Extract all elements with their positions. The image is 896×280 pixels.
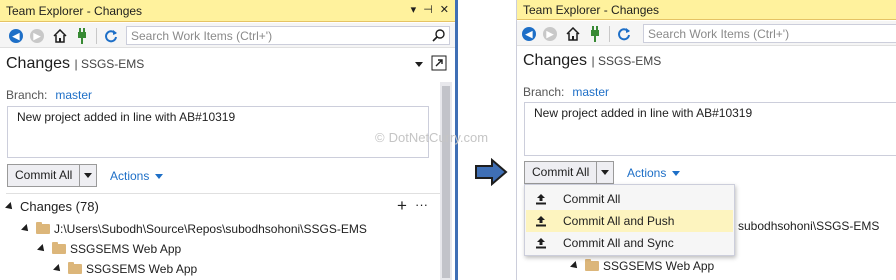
page-title: Changes | SSGS-EMS [6,55,145,72]
branch-label: Branch: [6,88,48,102]
folder-icon [68,262,82,274]
search-box[interactable] [126,26,450,45]
add-icon[interactable]: + [397,196,407,216]
toolbar: ◀ ▶ [517,21,896,46]
expand-icon[interactable] [21,224,31,234]
page-title: Changes | SSGS-EMS [523,52,662,69]
menu-item-commit-all[interactable]: Commit All [526,188,733,210]
forward-icon[interactable]: ▶ [542,26,558,42]
upload-icon [526,193,556,205]
search-input[interactable] [127,27,449,44]
tree-item[interactable]: SSGSEMS Web App [570,259,715,273]
search-icon[interactable] [431,28,446,43]
search-input[interactable] [644,25,896,42]
commit-message-input[interactable]: New project added in line with AB#10319 [524,102,896,156]
close-icon[interactable]: ✕ [440,3,449,16]
toolbar-separator [96,28,97,44]
branch-link[interactable]: master [55,88,92,102]
commit-button-group: Commit All [7,164,98,187]
page-title-text: Changes [523,52,588,69]
folder-icon [36,222,50,234]
page-title-text: Changes [6,55,71,72]
chevron-down-icon [155,173,164,179]
dropdown-icon[interactable]: ▾ [411,3,417,16]
tree-item-label: SSGSEMS Web App [70,242,182,256]
pin-icon[interactable]: ⊣ [423,3,433,16]
more-icon[interactable]: ··· [415,197,428,212]
window-title: Team Explorer - Changes [523,3,660,17]
tree-item-label: SSGSEMS Web App [86,262,198,276]
watermark-text: DotNetCurry.com [388,130,489,145]
window-title: Team Explorer - Changes [6,4,143,18]
scrollbar[interactable] [440,82,452,280]
arrow-right-icon [475,158,508,186]
menu-item-commit-all-and-push[interactable]: Commit All and Push [526,210,733,232]
forward-icon[interactable]: ▶ [29,28,45,44]
actions-menu[interactable]: Actions [627,166,681,180]
header-icons [415,55,447,74]
branch-link[interactable]: master [572,85,609,99]
scrollbar-thumb[interactable] [442,86,450,278]
menu-item-label: Commit All and Sync [563,236,674,250]
folder-icon [52,242,66,254]
commit-message-input[interactable]: New project added in line with AB#10319 [7,106,429,158]
tree-item[interactable]: J:\Users\Subodh\Source\Repos\subodhsohon… [21,222,367,236]
back-icon[interactable]: ◀ [8,28,24,44]
open-external-icon[interactable] [431,55,447,74]
commit-button-group: Commit All [524,161,615,184]
actions-label: Actions [110,169,150,183]
repo-name: SSGS-EMS [597,54,662,68]
branch-row: Branch: master [523,85,609,99]
watermark: © DotNetCurry.com [375,130,488,145]
home-icon[interactable] [565,26,581,42]
plug-icon[interactable] [74,28,90,44]
expand-icon[interactable] [5,201,15,212]
tree-item[interactable]: subodhsohoni\SSGS-EMS [738,219,879,233]
changes-count: Changes (78) [20,199,99,214]
changes-section-header[interactable]: Changes (78) [5,199,99,214]
back-icon[interactable]: ◀ [521,26,537,42]
expand-icon[interactable] [570,261,580,271]
repo-name: SSGS-EMS [80,57,145,71]
tree-item[interactable]: SSGSEMS Web App [37,242,182,256]
tree-item[interactable]: SSGSEMS Web App [53,262,198,276]
actions-label: Actions [627,166,667,180]
title-bar: Team Explorer - Changes ▾ ⊣ ✕ [0,0,455,22]
folder-icon [585,259,599,271]
tree-item-label: subodhsohoni\SSGS-EMS [738,219,880,233]
menu-item-commit-all-and-sync[interactable]: Commit All and Sync [526,232,733,254]
title-buttons: ▾ ⊣ ✕ [411,3,449,16]
expand-icon[interactable] [37,244,47,254]
commit-all-button[interactable]: Commit All [8,165,81,186]
toolbar-separator [609,26,610,42]
chevron-down-icon [672,170,681,176]
copyright-icon: © [375,130,385,145]
page-dropdown-icon[interactable] [415,62,423,67]
branch-row: Branch: master [6,88,92,102]
menu-item-label: Commit All [563,192,621,206]
tree-item-label: J:\Users\Subodh\Source\Repos\subodhsohon… [54,222,367,236]
commit-dropdown-button[interactable] [597,162,613,183]
title-bar: Team Explorer - Changes [517,0,896,20]
menu-item-label: Commit All and Push [563,214,675,228]
commit-dropdown-button[interactable] [80,165,96,186]
tree-item-label: SSGSEMS Web App [603,259,715,273]
home-icon[interactable] [52,28,68,44]
upload-icon [526,215,556,227]
branch-label: Branch: [523,85,565,99]
actions-menu[interactable]: Actions [110,169,164,183]
refresh-icon[interactable] [103,28,119,44]
refresh-icon[interactable] [616,26,632,42]
search-box[interactable] [643,24,896,43]
expand-icon[interactable] [53,264,63,274]
page-header: Changes | SSGS-EMS [517,47,896,77]
commit-dropdown-menu: Commit All Commit All and Push Commit Al… [524,184,735,256]
upload-icon [526,237,556,249]
commit-all-button[interactable]: Commit All [525,162,598,183]
toolbar: ◀ ▶ [0,23,455,48]
plug-icon[interactable] [587,26,603,42]
divider [6,193,441,194]
page-header: Changes | SSGS-EMS [0,50,455,80]
